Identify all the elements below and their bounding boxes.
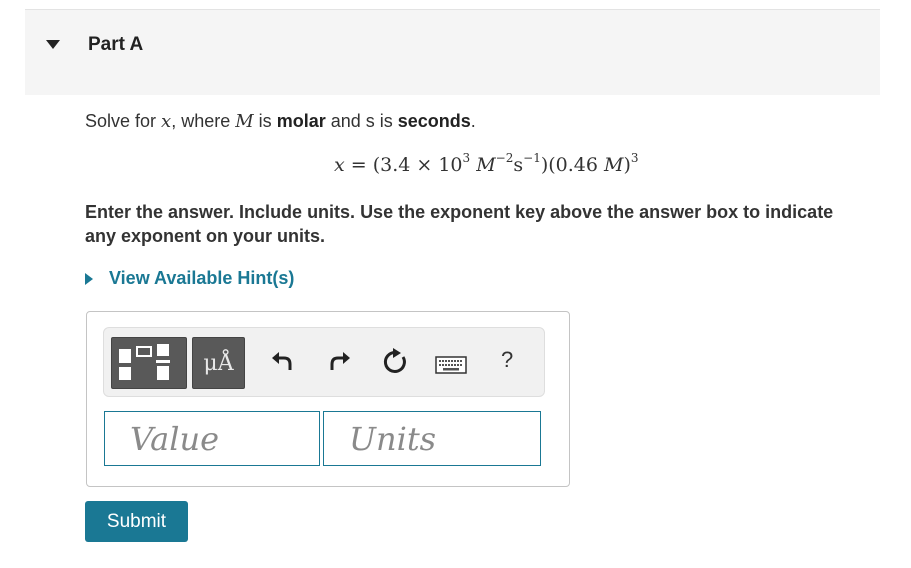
units-input[interactable]: Units (323, 411, 541, 466)
part-title: Part A (88, 34, 144, 55)
prompt-text-4: and s is (325, 111, 398, 131)
instructions-line-2: any exponent on your units. (85, 226, 326, 246)
submit-button[interactable]: Submit (85, 501, 188, 542)
eq-lhs: x (334, 154, 345, 176)
eq-part-2: )(0.46 (540, 154, 605, 176)
eq-seconds: s (513, 154, 524, 176)
view-hints-label: View Available Hint(s) (109, 268, 295, 288)
expand-caret-icon (85, 272, 93, 285)
part-header[interactable] (25, 10, 880, 95)
undo-icon[interactable] (270, 348, 294, 372)
prompt-text-3: is (253, 111, 277, 131)
variable-x: x (161, 111, 172, 132)
keyboard-icon[interactable] (435, 355, 467, 375)
units-button[interactable]: μÅ (192, 337, 245, 389)
instructions: Enter the answer. Include units. Use the… (85, 200, 885, 248)
eq-molar-2: M (604, 154, 624, 176)
seconds-term: seconds (397, 111, 471, 131)
equation: x = (3.4 × 103 M−2s−1)(0.46 M)3 (334, 151, 639, 176)
eq-exp-4: 3 (630, 151, 639, 165)
prompt-text-1: Solve for (85, 111, 162, 131)
eq-close: ) (623, 154, 631, 176)
molar-term: molar (276, 111, 326, 131)
help-button[interactable]: ? (501, 347, 513, 373)
redo-icon[interactable] (328, 348, 352, 372)
variable-m: M (235, 111, 254, 132)
prompt-text-2: , where (171, 111, 236, 131)
eq-exp-3: −1 (523, 151, 541, 165)
instructions-line-1: Enter the answer. Include units. Use the… (85, 202, 834, 222)
reset-icon[interactable] (381, 348, 409, 376)
value-input[interactable]: Value (104, 411, 320, 466)
view-hints-link[interactable]: View Available Hint(s) (85, 268, 294, 289)
eq-exp-2: −2 (495, 151, 514, 165)
eq-molar-1: M (470, 154, 496, 176)
eq-part-1: = (3.4 × 10 (344, 154, 463, 176)
templates-icon (119, 344, 170, 380)
collapse-caret-icon[interactable] (46, 40, 60, 49)
question-prompt: Solve for x, where M is molar and s is s… (85, 111, 476, 132)
prompt-text-5: . (470, 111, 476, 131)
templates-button[interactable] (111, 337, 187, 389)
